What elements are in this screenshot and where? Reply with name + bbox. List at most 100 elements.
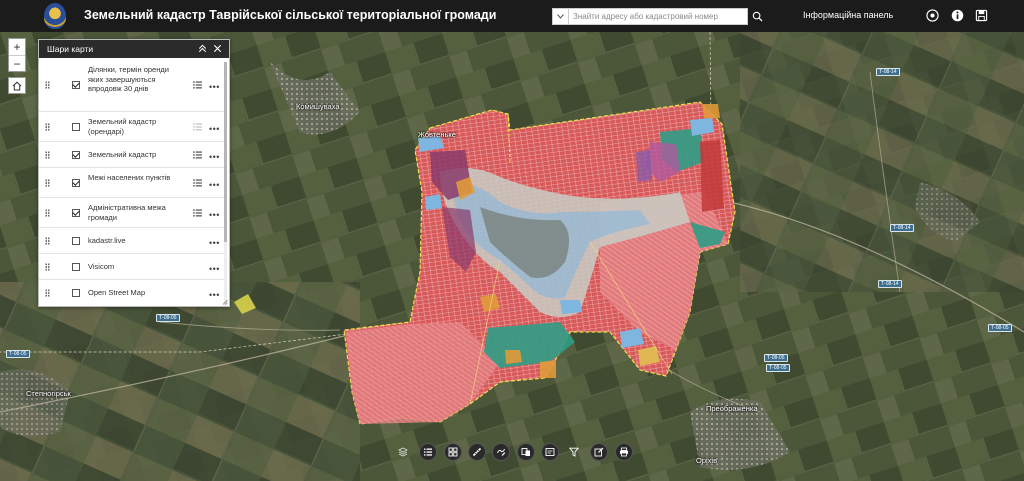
resize-grip-icon[interactable]	[222, 299, 228, 305]
search-source-dropdown[interactable]	[553, 9, 569, 24]
layer-visibility-checkbox[interactable]	[72, 151, 80, 159]
drag-handle-icon[interactable]	[45, 289, 50, 297]
legend-list-icon[interactable]	[193, 151, 202, 159]
filter-icon	[569, 447, 579, 457]
layer-visibility-checkbox[interactable]	[72, 179, 80, 187]
layer-item[interactable]: Open Street Map •••	[39, 280, 225, 306]
save-icon[interactable]	[975, 9, 988, 22]
drag-handle-icon[interactable]	[45, 123, 50, 131]
search-box	[552, 8, 748, 25]
close-icon[interactable]	[212, 43, 223, 54]
search-icon[interactable]	[752, 11, 763, 22]
grid-icon	[448, 447, 458, 457]
basemap-button[interactable]	[541, 443, 559, 461]
layer-item[interactable]: Visicom •••	[39, 254, 225, 280]
filter-button[interactable]	[566, 443, 582, 461]
legend-icon	[424, 448, 432, 456]
legend-list-icon[interactable]	[193, 81, 202, 89]
more-options-icon[interactable]: •••	[209, 125, 220, 134]
basemap-icon	[545, 448, 555, 456]
search-input[interactable]	[569, 9, 747, 24]
layer-label: Ділянки, термін оренди яких завершуються…	[88, 65, 169, 93]
drag-handle-icon[interactable]	[45, 81, 50, 89]
drag-handle-icon[interactable]	[45, 151, 50, 159]
road-badge: Т-08-14	[890, 224, 914, 232]
info-panel-link[interactable]: Інформаційна панель	[803, 10, 893, 20]
place-label-preobrazhenka: Преображенка	[706, 404, 758, 413]
road-badge: Т-08-05	[764, 354, 788, 362]
layer-item[interactable]: Земельний кадастр (орендарі) •••	[39, 112, 225, 142]
logo-emblem-icon	[44, 3, 66, 29]
layer-visibility-checkbox[interactable]	[72, 81, 80, 89]
legend-list-icon[interactable]	[193, 123, 202, 131]
edit-button[interactable]	[590, 443, 608, 461]
more-options-icon[interactable]: •••	[209, 239, 220, 248]
drag-handle-icon[interactable]	[45, 179, 50, 187]
print-icon	[620, 447, 628, 457]
layer-label: Земельний кадастр (орендарі)	[88, 117, 157, 136]
bookmark-button[interactable]	[517, 443, 535, 461]
road-badge: Т-08-05	[156, 314, 180, 322]
more-options-icon[interactable]: •••	[209, 181, 220, 190]
legend-list-icon[interactable]	[193, 179, 202, 187]
panel-header: Шари карти	[39, 40, 229, 58]
more-options-icon[interactable]: •••	[209, 291, 220, 300]
layer-item[interactable]: Адміністративна межа громади •••	[39, 198, 225, 228]
layers-icon	[398, 447, 408, 457]
legend-button[interactable]	[419, 443, 437, 461]
layer-visibility-checkbox[interactable]	[72, 237, 80, 245]
measure-icon	[472, 447, 482, 457]
more-options-icon[interactable]: •••	[209, 265, 220, 274]
edit-icon	[594, 447, 604, 457]
road-badge: Т-08-14	[876, 68, 900, 76]
collapse-icon[interactable]	[197, 43, 208, 54]
road-badge: Т-08-05	[6, 350, 30, 358]
layer-item[interactable]: Ділянки, термін оренди яких завершуються…	[39, 58, 225, 112]
road-badge: Т-08-05	[766, 364, 790, 372]
info-icon[interactable]	[951, 9, 964, 22]
home-button[interactable]	[8, 77, 26, 94]
layer-list: Ділянки, термін оренди яких завершуються…	[39, 58, 225, 306]
drag-handle-icon[interactable]	[45, 209, 50, 217]
more-options-icon[interactable]: •••	[209, 153, 220, 162]
app-header: Земельний кадастр Таврійської сільської …	[0, 0, 1024, 32]
drag-handle-icon[interactable]	[45, 237, 50, 245]
layer-label: Visicom	[88, 262, 115, 271]
grid-button[interactable]	[444, 443, 462, 461]
place-label-orikhiv: Оріхів	[696, 456, 718, 465]
scrollbar-thumb[interactable]	[224, 62, 227, 242]
zoom-in-button[interactable]: +	[9, 39, 25, 55]
draw-button[interactable]	[492, 443, 510, 461]
home-icon	[12, 81, 22, 90]
layer-visibility-checkbox[interactable]	[72, 289, 80, 297]
layer-label: Адміністративна межа громади	[88, 203, 166, 222]
draw-icon	[497, 448, 506, 456]
eye-icon[interactable]	[926, 9, 939, 22]
layer-label: Open Street Map	[88, 288, 146, 297]
road-badge: Т-08-14	[878, 280, 902, 288]
layer-list-panel: Шари карти Ділянки, термін оренди яких з…	[38, 39, 230, 307]
panel-scrollbar[interactable]	[224, 62, 227, 306]
layer-visibility-checkbox[interactable]	[72, 209, 80, 217]
layer-visibility-checkbox[interactable]	[72, 263, 80, 271]
place-label-zhovtenke: Жовтеньке	[418, 130, 456, 139]
drag-handle-icon[interactable]	[45, 263, 50, 271]
print-button[interactable]	[615, 443, 633, 461]
zoom-out-button[interactable]: −	[9, 55, 25, 71]
layer-visibility-checkbox[interactable]	[72, 123, 80, 131]
layer-item[interactable]: Земельний кадастр •••	[39, 142, 225, 168]
layers-toggle-button[interactable]	[395, 443, 411, 461]
layer-item[interactable]: kadastr.live •••	[39, 228, 225, 254]
more-options-icon[interactable]: •••	[209, 83, 220, 92]
place-label-stepnohirsk: Степногірськ	[26, 389, 71, 398]
road-badge: Т-08-05	[988, 324, 1012, 332]
place-label-komyshuvakha: Комишуваха	[296, 102, 340, 111]
layer-item[interactable]: Межі населених пунктів •••	[39, 168, 225, 198]
bookmark-icon	[521, 448, 530, 456]
more-options-icon[interactable]: •••	[209, 211, 220, 220]
chevron-down-icon	[557, 14, 564, 19]
layer-label: Земельний кадастр	[88, 150, 157, 159]
measure-button[interactable]	[468, 443, 486, 461]
legend-list-icon[interactable]	[193, 209, 202, 217]
zoom-control: + −	[8, 38, 26, 72]
